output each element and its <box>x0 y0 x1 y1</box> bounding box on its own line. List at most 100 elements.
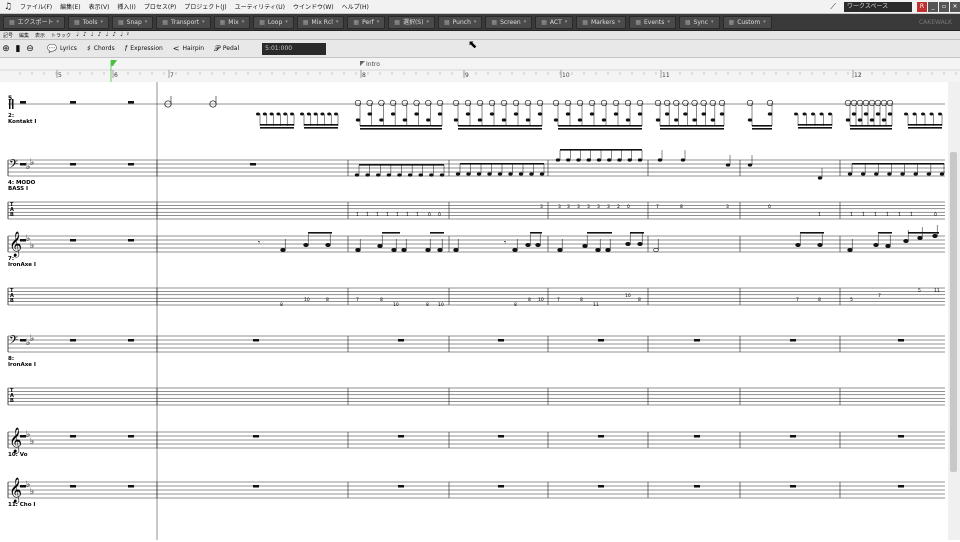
note-value-icon[interactable]: ♪ <box>110 31 118 39</box>
app-logo-icon[interactable]: ♫ <box>2 1 14 13</box>
module-14[interactable]: ▦ Sync ▾ <box>678 15 720 29</box>
menu-project[interactable]: プロジェクト(J) <box>180 2 230 11</box>
chevron-down-icon[interactable]: ▾ <box>242 17 245 28</box>
chevron-down-icon[interactable]: ▾ <box>667 17 670 28</box>
timeline-ruler[interactable]: 5 6 7 8 9 10 11 12 Intro <box>0 58 960 82</box>
module-4[interactable]: ▦ Mix ▾ <box>213 15 251 29</box>
chevron-down-icon[interactable]: ▾ <box>618 17 621 28</box>
note-value-icon[interactable]: ♪ <box>96 31 104 39</box>
view-menu-track[interactable]: トラック <box>48 32 74 39</box>
module-6[interactable]: ▦ Mix Rcl ▾ <box>296 15 345 29</box>
module-grip-icon: ▦ <box>443 18 450 26</box>
track-staff-6[interactable]: TAB <box>7 387 945 406</box>
chevron-down-icon[interactable]: ▾ <box>202 17 205 28</box>
tool-expression-button[interactable]: 𝑓 Expression <box>120 42 168 56</box>
time-display[interactable]: 5:01:000 <box>262 42 327 55</box>
module-label: Custom <box>737 18 761 26</box>
track-staff-8[interactable]: 𝄞 ♭♭11: Cho I <box>7 477 945 508</box>
r-button[interactable]: R <box>917 1 927 12</box>
track-staff-3[interactable]: 𝄞 ♭♭7: IronAxe I <box>7 231 945 268</box>
perc-clef-bar <box>12 99 14 109</box>
tool-hairpin-button[interactable]: < Hairpin <box>168 42 209 56</box>
note-value-icon[interactable]: ♪ <box>81 31 89 39</box>
module-1[interactable]: ▦ Tools ▾ <box>68 15 109 29</box>
chevron-down-icon[interactable]: ▾ <box>426 17 429 28</box>
track-staff-4[interactable]: TAB <box>7 287 945 306</box>
control-bar: ▦ エクスポート ▾ ▦ Tools ▾ ▦ Snap ▾ ▦ Transport ▾ ▦ Mix ▾ ▦ Lo… <box>0 14 960 31</box>
tool-chords-button[interactable]: ♯ Chords <box>82 42 120 56</box>
menu-help[interactable]: ヘルプ(H) <box>338 2 373 11</box>
module-10[interactable]: ▦ Screen ▾ <box>485 15 533 29</box>
drum-note <box>367 112 372 116</box>
note-value-icon[interactable]: ♩ <box>103 31 110 39</box>
view-menu-view[interactable]: 表示 <box>32 32 48 39</box>
note-value-icon[interactable]: ♩ <box>118 31 125 39</box>
tab-number: 0 <box>627 204 630 210</box>
chevron-down-icon[interactable]: ▾ <box>145 17 148 28</box>
menu-process[interactable]: プロセス(P) <box>140 2 180 11</box>
minimize-button[interactable]: _ <box>928 1 938 12</box>
track-staff-7[interactable]: 𝄞 ♭♭10: Vo <box>7 427 945 458</box>
chevron-down-icon[interactable]: ▾ <box>474 17 477 28</box>
module-5[interactable]: ▦ Loop ▾ <box>253 15 294 29</box>
whole-rest <box>398 485 404 488</box>
note-head <box>913 172 918 176</box>
tab-number: 3 <box>587 204 590 210</box>
module-11[interactable]: ▦ ACT ▾ <box>535 15 574 29</box>
chevron-down-icon[interactable]: ▾ <box>336 17 339 28</box>
tool-lyrics-button[interactable]: 💬 Lyrics <box>42 42 82 56</box>
module-9[interactable]: ▦ Punch ▾ <box>437 15 483 29</box>
module-12[interactable]: ▦ Markers ▾ <box>576 15 627 29</box>
note-head <box>860 172 866 176</box>
tab-number: 1 <box>910 212 913 218</box>
menu-insert[interactable]: 挿入(I) <box>113 2 139 11</box>
drum-note <box>390 112 396 116</box>
menu-window[interactable]: ウインドウ(W) <box>289 2 338 11</box>
chevron-down-icon[interactable]: ▾ <box>57 17 60 28</box>
module-8[interactable]: ▦ 選択(S) ▾ <box>388 15 435 29</box>
chevron-down-icon[interactable]: ▾ <box>377 17 380 28</box>
view-menu-symbols[interactable]: 記号 <box>0 32 16 39</box>
track-staff-0[interactable]: 𝄥2: Kontakt I <box>8 96 945 125</box>
scrollbar-thumb[interactable] <box>950 152 957 472</box>
flat-icon: ♭ <box>30 241 34 251</box>
note-head <box>939 172 945 176</box>
drum-note <box>589 112 595 116</box>
chevron-down-icon[interactable]: ▾ <box>565 17 568 28</box>
zoom-in-icon[interactable]: ⊕ <box>0 44 12 54</box>
module-15[interactable]: ▦ Custom ▾ <box>722 15 772 29</box>
whole-rest <box>128 435 134 438</box>
tab-number: 11 <box>934 288 940 294</box>
zoom-out-icon[interactable]: ⊖ <box>24 44 36 54</box>
menu-edit[interactable]: 編集(E) <box>56 2 84 11</box>
workspace-select[interactable]: ワークスペース <box>844 1 912 12</box>
module-2[interactable]: ▦ Snap ▾ <box>111 15 154 29</box>
note-value-icon[interactable]: ♩ <box>74 31 81 39</box>
note-value-icon[interactable]: ♩ <box>89 31 96 39</box>
note-value-icon[interactable]: 𝄽 <box>125 31 131 39</box>
module-0[interactable]: ▦ エクスポート ▾ <box>3 15 66 29</box>
menu-file[interactable]: ファイル(F) <box>16 2 56 11</box>
close-button[interactable]: ✕ <box>950 1 960 12</box>
module-7[interactable]: ▦ Perf ▾ <box>347 15 386 29</box>
menu-utility[interactable]: ユーティリティ(U) <box>231 2 289 11</box>
view-menu-edit[interactable]: 編集 <box>16 32 32 39</box>
chevron-down-icon[interactable]: ▾ <box>763 17 766 28</box>
chevron-down-icon[interactable]: ▾ <box>711 17 714 28</box>
zoom-slider-icon[interactable]: ▮ <box>12 44 24 54</box>
track-staff-5[interactable]: 𝄢 ♭ ♭8: IronAxe I <box>7 334 945 368</box>
note-head <box>355 248 361 253</box>
wave-icon[interactable]: ⟋ <box>830 2 836 12</box>
drum-note <box>637 112 643 116</box>
module-3[interactable]: ▦ Transport ▾ <box>156 15 211 29</box>
restore-button[interactable]: ▫ <box>939 1 949 12</box>
menu-view[interactable]: 表示(V) <box>85 2 114 11</box>
module-13[interactable]: ▦ Events ▾ <box>629 15 676 29</box>
staff-view[interactable]: 5 𝄥 2: Kontakt I 𝄢 ♭ ♭ 4: MODO BASS I T A B 𝄞 ♭ ♭ 7: Iro… <box>0 82 960 540</box>
track-staff-2[interactable]: TAB <box>7 201 945 220</box>
chevron-down-icon[interactable]: ▾ <box>285 17 288 28</box>
chevron-down-icon[interactable]: ▾ <box>524 17 527 28</box>
tool-pedal-button[interactable]: 𝒫 Pedal <box>209 42 244 56</box>
tab-number: 3 <box>607 204 610 210</box>
chevron-down-icon[interactable]: ▾ <box>100 17 103 28</box>
